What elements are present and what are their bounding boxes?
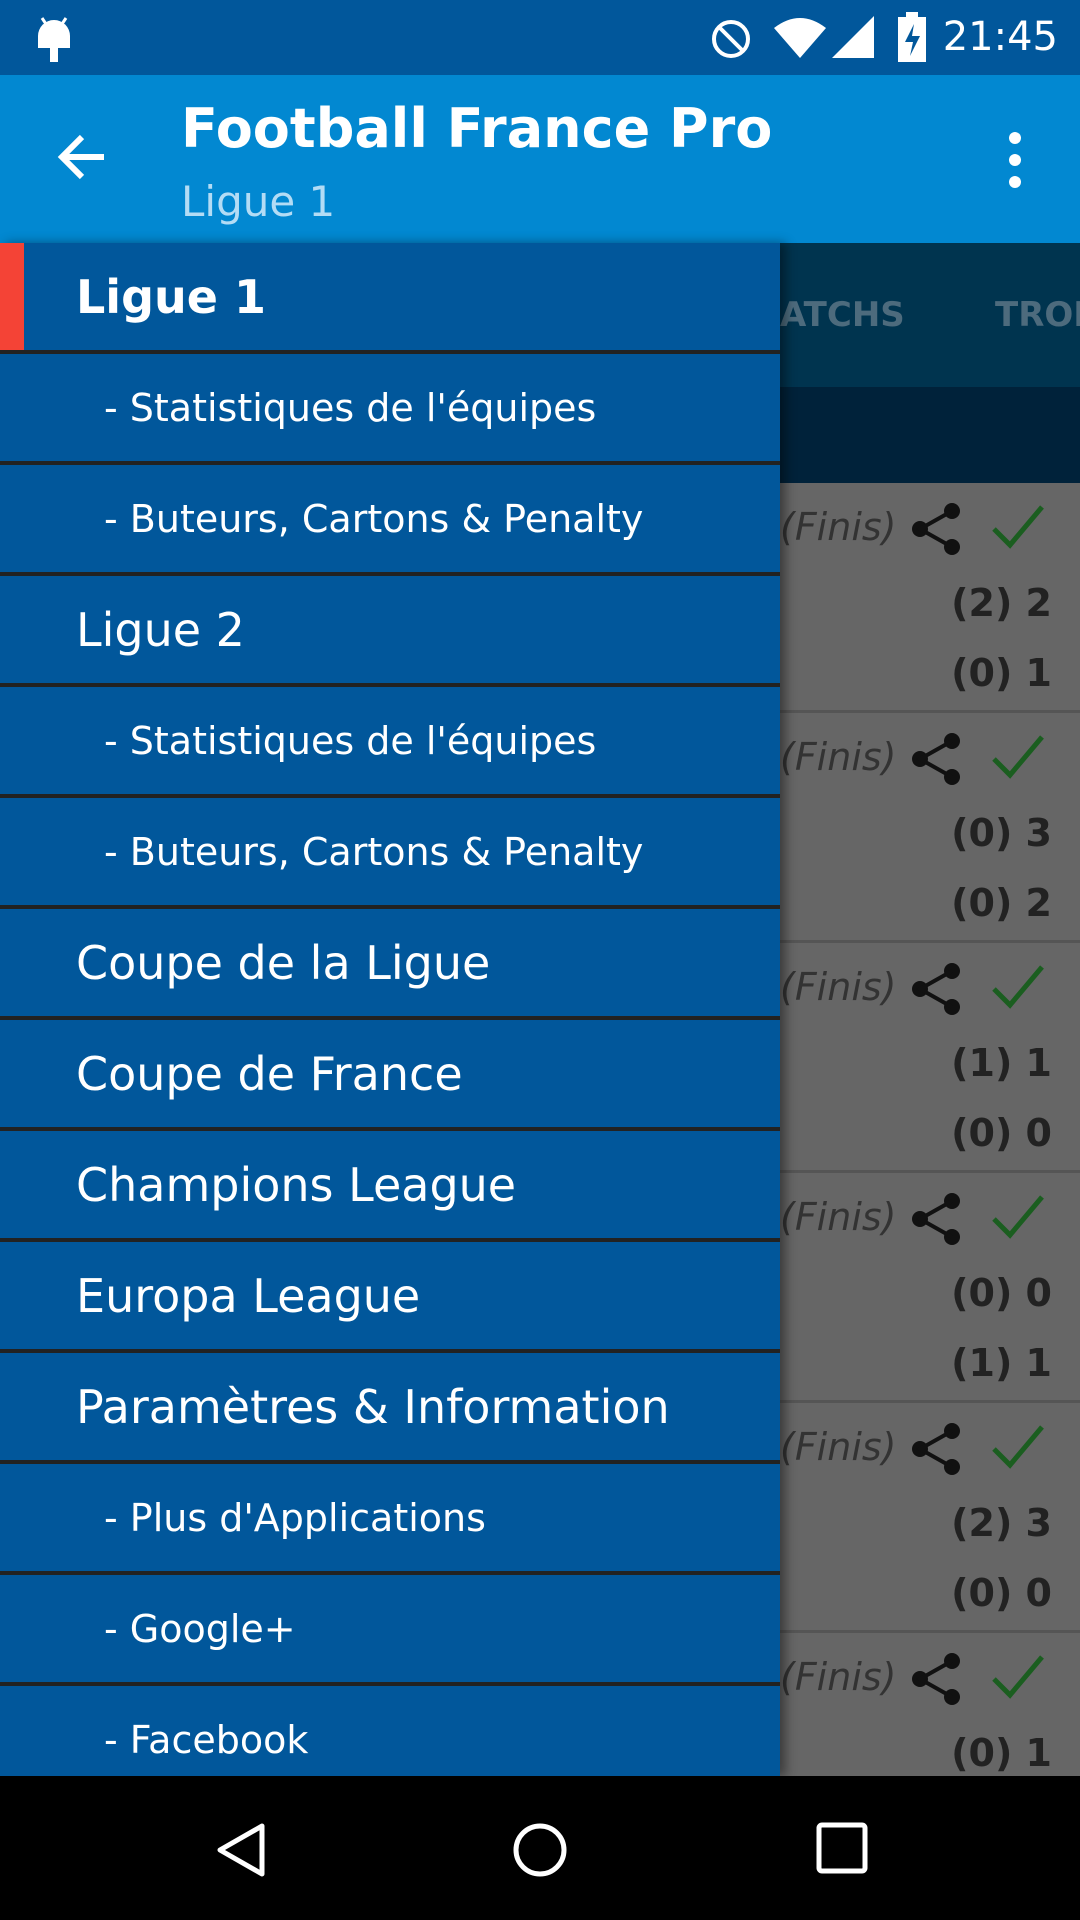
away-score: (1) 1 — [951, 1341, 1052, 1385]
check-icon — [992, 1425, 1044, 1469]
drawer-item-label: - Google+ — [104, 1606, 296, 1651]
drawer-item[interactable]: - Buteurs, Cartons & Penalty — [0, 798, 780, 909]
drawer-item[interactable]: - Statistiques de l'équipes — [0, 354, 780, 465]
drawer-item[interactable]: Paramètres & Information — [0, 1353, 780, 1464]
home-score: (0) 3 — [951, 811, 1052, 855]
app-subtitle: Ligue 1 — [181, 177, 336, 226]
drawer-item[interactable]: - Google+ — [0, 1575, 780, 1686]
drawer-item-label: - Statistiques de l'équipes — [104, 718, 597, 763]
drawer-item-label: Ligue 1 — [76, 269, 266, 324]
share-icon[interactable] — [908, 1651, 964, 1707]
home-score: (1) 1 — [951, 1041, 1052, 1085]
match-row[interactable]: (Finis) (0) 3 (0) 2 — [780, 713, 1080, 943]
drawer-item[interactable]: Ligue 2 — [0, 576, 780, 687]
back-nav-icon[interactable] — [212, 1820, 272, 1880]
system-nav-bar — [0, 1776, 1080, 1920]
tab-trophees[interactable]: TROF — [995, 295, 1080, 335]
home-score: (0) 0 — [951, 1271, 1052, 1315]
check-icon — [992, 735, 1044, 779]
drawer-item[interactable]: - Buteurs, Cartons & Penalty — [0, 465, 780, 576]
drawer-item[interactable]: Europa League — [0, 1242, 780, 1353]
app-bar: Football France Pro Ligue 1 — [0, 75, 1080, 243]
android-debug-icon — [38, 17, 70, 62]
away-score: (0) 1 — [951, 651, 1052, 695]
match-row[interactable]: (Finis) (1) 1 (0) 0 — [780, 943, 1080, 1173]
away-score: (0) 0 — [951, 1571, 1052, 1615]
drawer-item-label: Ligue 2 — [76, 602, 245, 657]
drawer-item-label: Europa League — [76, 1268, 421, 1323]
drawer-item-label: Paramètres & Information — [76, 1379, 670, 1434]
check-icon — [992, 1195, 1044, 1239]
content-behind-drawer: ATCHS TROF (Finis) (2) 2 (0) 1(Finis) (0… — [780, 243, 1080, 1863]
wifi-icon — [774, 18, 826, 58]
match-status: (Finis) — [780, 735, 897, 779]
away-score: (0) 0 — [951, 1111, 1052, 1155]
share-icon[interactable] — [908, 501, 964, 557]
battery-charging-icon — [898, 12, 926, 62]
drawer-item-label: - Statistiques de l'équipes — [104, 385, 597, 430]
drawer-item-label: - Plus d'Applications — [104, 1495, 486, 1540]
status-bar: 21:45 — [0, 0, 1080, 75]
do-not-disturb-icon — [712, 20, 750, 58]
drawer-item[interactable]: Champions League — [0, 1131, 780, 1242]
share-icon[interactable] — [908, 961, 964, 1017]
check-icon — [992, 505, 1044, 549]
share-icon[interactable] — [908, 1191, 964, 1247]
away-score: (0) 2 — [951, 881, 1052, 925]
match-row[interactable]: (Finis) (0) 0 (1) 1 — [780, 1173, 1080, 1403]
drawer-item[interactable]: - Facebook — [0, 1686, 780, 1776]
match-row[interactable]: (Finis) (2) 2 (0) 1 — [780, 483, 1080, 713]
match-status: (Finis) — [780, 1655, 897, 1699]
recents-nav-icon[interactable] — [814, 1820, 870, 1876]
drawer-item[interactable]: - Plus d'Applications — [0, 1464, 780, 1575]
drawer-item-label: Coupe de France — [76, 1046, 463, 1101]
drawer-item-label: - Facebook — [104, 1717, 309, 1762]
signal-icon — [832, 16, 874, 58]
sub-header — [780, 387, 1080, 483]
tab-matchs[interactable]: ATCHS — [780, 295, 905, 335]
tab-bar: ATCHS TROF — [780, 243, 1080, 387]
drawer-item[interactable]: Ligue 1 — [0, 243, 780, 354]
navigation-drawer: Ligue 1 - Statistiques de l'équipes - Bute… — [0, 243, 780, 1776]
drawer-item[interactable]: Coupe de France — [0, 1020, 780, 1131]
check-icon — [992, 1655, 1044, 1699]
drawer-item-label: - Buteurs, Cartons & Penalty — [104, 496, 644, 541]
app-title: Football France Pro — [181, 97, 773, 160]
drawer-item-label: - Buteurs, Cartons & Penalty — [104, 829, 644, 874]
match-status: (Finis) — [780, 1425, 897, 1469]
home-nav-icon[interactable] — [510, 1820, 570, 1880]
match-row[interactable]: (Finis) (2) 3 (0) 0 — [780, 1403, 1080, 1633]
home-score: (2) 2 — [951, 581, 1052, 625]
back-arrow-icon[interactable] — [52, 127, 112, 187]
share-icon[interactable] — [908, 1421, 964, 1477]
drawer-item[interactable]: Coupe de la Ligue — [0, 909, 780, 1020]
match-status: (Finis) — [780, 505, 897, 549]
drawer-item-label: Coupe de la Ligue — [76, 935, 491, 990]
match-status: (Finis) — [780, 965, 897, 1009]
share-icon[interactable] — [908, 731, 964, 787]
match-status: (Finis) — [780, 1195, 897, 1239]
more-options-icon[interactable] — [995, 130, 1035, 190]
drawer-item-label: Champions League — [76, 1157, 517, 1212]
check-icon — [992, 965, 1044, 1009]
clock: 21:45 — [942, 14, 1058, 60]
home-score: (2) 3 — [951, 1501, 1052, 1545]
drawer-item[interactable]: - Statistiques de l'équipes — [0, 687, 780, 798]
home-score: (0) 1 — [951, 1731, 1052, 1775]
